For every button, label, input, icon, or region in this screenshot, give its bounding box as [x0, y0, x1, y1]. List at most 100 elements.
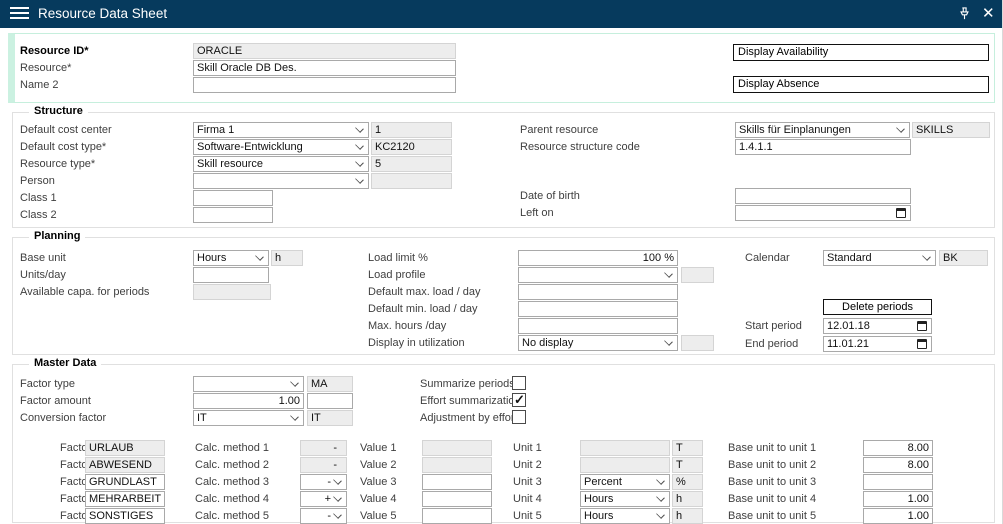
start-period-field[interactable]: 12.01.18: [823, 318, 932, 334]
load-limit-field[interactable]: 100 %: [518, 250, 678, 266]
conversion-factor-dropdown[interactable]: IT: [193, 410, 304, 426]
unit4-dropdown[interactable]: Hours: [580, 491, 670, 507]
calc-method3-dropdown[interactable]: -: [300, 474, 347, 490]
pin-icon[interactable]: [957, 6, 972, 24]
units-day-field[interactable]: [193, 267, 269, 283]
chevron-down-icon: [333, 510, 342, 519]
chevron-down-icon: [896, 124, 905, 133]
calc-method2-field: -: [300, 457, 347, 473]
date-of-birth-label: Date of birth: [520, 190, 580, 203]
value4-field[interactable]: [422, 491, 492, 507]
display-util-code: [681, 335, 714, 351]
factor-type-label: Factor type: [20, 378, 75, 391]
resource-id-label: Resource ID*: [20, 45, 88, 58]
chevron-down-icon: [355, 124, 364, 133]
calc-method5-dropdown[interactable]: -: [300, 508, 347, 524]
base-unit1-label: Base unit to unit 1: [728, 442, 816, 455]
display-absence-button[interactable]: Display Absence: [733, 76, 989, 93]
start-period-label: Start period: [745, 320, 802, 333]
chevron-down-icon: [290, 378, 299, 387]
base-unit5-label: Base unit to unit 5: [728, 510, 816, 523]
parent-resource-label: Parent resource: [520, 124, 598, 137]
load-profile-label: Load profile: [368, 269, 426, 282]
base-unit-dropdown[interactable]: Hours: [193, 250, 269, 266]
resource-type-dropdown[interactable]: Skill resource: [193, 156, 369, 172]
date-of-birth-field[interactable]: [735, 188, 911, 204]
name2-field[interactable]: [193, 77, 456, 93]
chevron-down-icon: [355, 141, 364, 150]
end-period-field[interactable]: 11.01.21: [823, 336, 932, 352]
factor-type-code: MA: [307, 376, 353, 392]
base-unit2-label: Base unit to unit 2: [728, 459, 816, 472]
factor4-field[interactable]: MEHRARBEIT: [85, 491, 165, 507]
calendar-icon[interactable]: [917, 321, 927, 331]
calc-method3-label: Calc. method 3: [195, 476, 269, 489]
chevron-down-icon: [290, 412, 299, 421]
value1-label: Value 1: [360, 442, 397, 455]
chevron-down-icon: [656, 476, 665, 485]
unit3-dropdown[interactable]: Percent: [580, 474, 670, 490]
chevron-down-icon: [664, 337, 673, 346]
base-unit5-field[interactable]: 1.00: [863, 508, 933, 524]
unit1-field: [580, 440, 670, 456]
calendar-icon[interactable]: [896, 208, 906, 218]
person-dropdown[interactable]: [193, 173, 369, 189]
min-load-field[interactable]: [518, 301, 678, 317]
display-util-dropdown[interactable]: No display: [518, 335, 678, 351]
value3-field[interactable]: [422, 474, 492, 490]
max-load-field[interactable]: [518, 284, 678, 300]
value2-label: Value 2: [360, 459, 397, 472]
calc-method4-dropdown[interactable]: +: [300, 491, 347, 507]
base-unit1-field[interactable]: 8.00: [863, 440, 933, 456]
chevron-down-icon: [255, 252, 264, 261]
summarize-periods-checkbox[interactable]: [512, 376, 526, 390]
value5-field[interactable]: [422, 508, 492, 524]
person-label: Person: [20, 175, 55, 188]
unit4-code: h: [672, 491, 703, 507]
base-unit4-field[interactable]: 1.00: [863, 491, 933, 507]
base-unit2-field[interactable]: 8.00: [863, 457, 933, 473]
load-limit-label: Load limit %: [368, 252, 428, 265]
chevron-down-icon: [664, 269, 673, 278]
cost-type-label: Default cost type*: [20, 141, 106, 154]
unit2-label: Unit 2: [513, 459, 542, 472]
unit5-dropdown[interactable]: Hours: [580, 508, 670, 524]
factor-amount-field[interactable]: 1.00: [193, 393, 304, 409]
effort-summarization-checkbox[interactable]: [512, 393, 526, 407]
calendar-dropdown[interactable]: Standard: [823, 250, 936, 266]
planning-legend: Planning: [29, 230, 85, 242]
left-on-field[interactable]: [735, 205, 911, 221]
resource-name-field[interactable]: Skill Oracle DB Des.: [193, 60, 456, 76]
display-availability-button[interactable]: Display Availability: [733, 44, 989, 61]
factor-type-dropdown[interactable]: [193, 376, 304, 392]
window-title: Resource Data Sheet: [38, 6, 167, 21]
base-unit-label: Base unit: [20, 252, 66, 265]
max-hours-field[interactable]: [518, 318, 678, 334]
conversion-factor-label: Conversion factor: [20, 412, 106, 425]
cost-center-dropdown[interactable]: Firma 1: [193, 122, 369, 138]
calc-method1-field: -: [300, 440, 347, 456]
calendar-icon[interactable]: [917, 339, 927, 349]
calc-method5-label: Calc. method 5: [195, 510, 269, 523]
structure-code-field[interactable]: 1.4.1.1: [735, 139, 911, 155]
adjustment-by-effort-checkbox[interactable]: [512, 410, 526, 424]
end-period-label: End period: [745, 338, 798, 351]
load-profile-dropdown[interactable]: [518, 267, 678, 283]
base-unit3-field[interactable]: [863, 474, 933, 490]
parent-resource-dropdown[interactable]: Skills für Einplanungen: [735, 122, 910, 138]
factor5-field[interactable]: SONSTIGES: [85, 508, 165, 524]
person-code: [371, 173, 452, 189]
chevron-down-icon: [333, 476, 342, 485]
unit4-label: Unit 4: [513, 493, 542, 506]
structure-legend: Structure: [29, 105, 88, 117]
calendar-label: Calendar: [745, 252, 790, 265]
delete-periods-button[interactable]: Delete periods: [823, 299, 932, 315]
menu-icon[interactable]: [10, 7, 29, 20]
factor3-field[interactable]: GRUNDLAST: [85, 474, 165, 490]
cost-type-dropdown[interactable]: Software-Entwicklung: [193, 139, 369, 155]
class1-field[interactable]: [193, 190, 273, 206]
close-icon[interactable]: ✕: [982, 4, 995, 22]
base-unit3-label: Base unit to unit 3: [728, 476, 816, 489]
unit1-code: T: [672, 440, 703, 456]
class2-field[interactable]: [193, 207, 273, 223]
